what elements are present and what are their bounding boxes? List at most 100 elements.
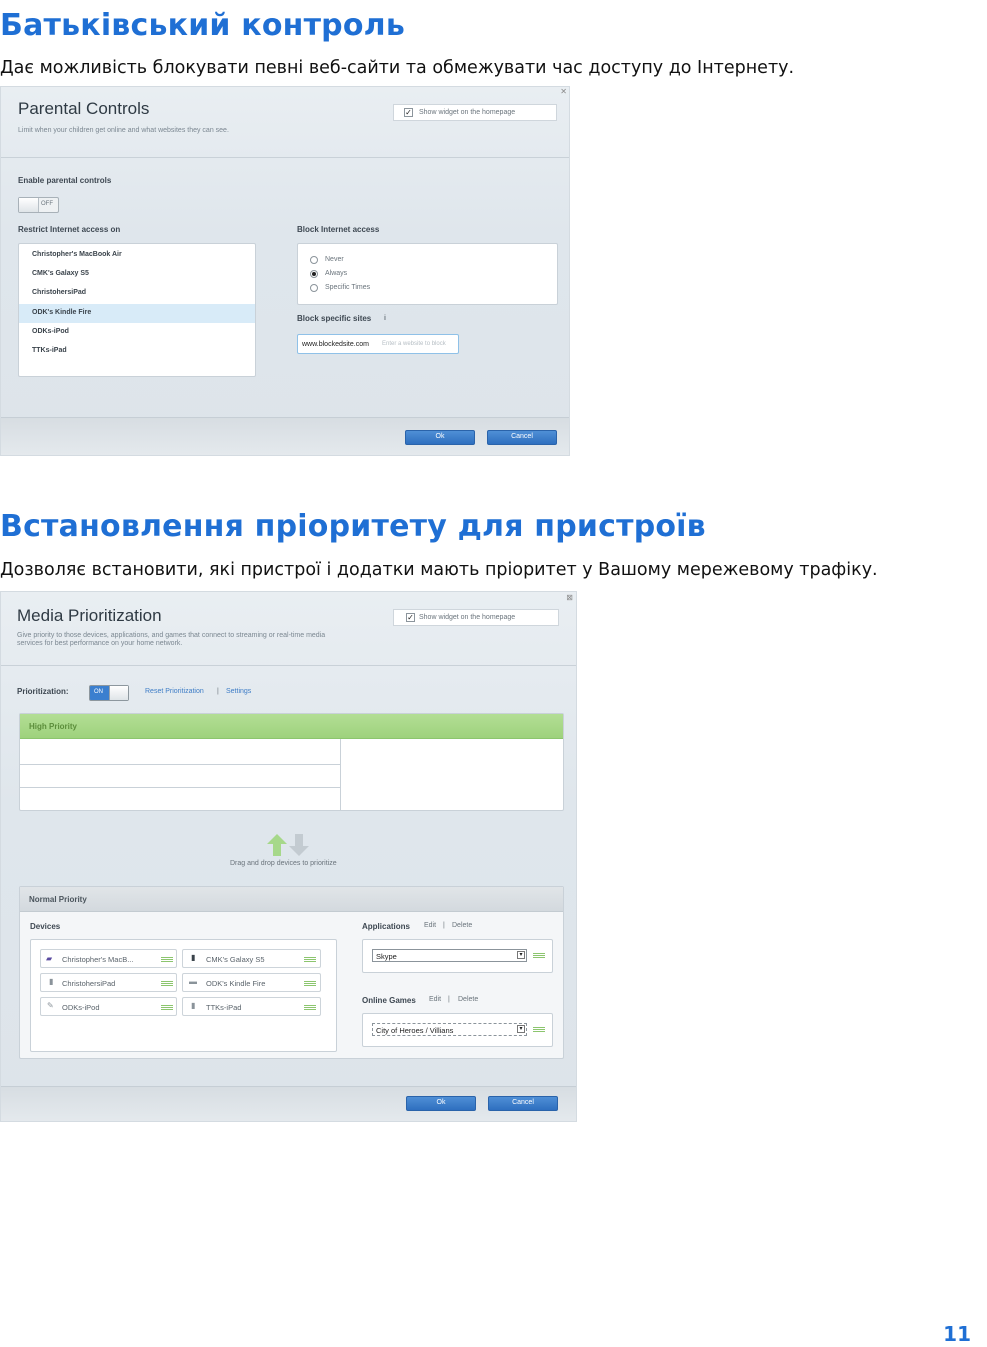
high-priority-panel: High Priority: [19, 713, 564, 811]
page-title: Parental Controls: [18, 99, 150, 118]
drag-handle-icon[interactable]: [533, 953, 545, 958]
parental-toggle[interactable]: OFF: [18, 197, 59, 213]
header-divider: [1, 157, 569, 158]
ereader-icon: ▬: [189, 977, 197, 986]
reset-prioritization-link[interactable]: Reset Prioritization: [145, 688, 204, 695]
device-item[interactable]: Christopher's MacBook Air: [19, 246, 255, 265]
dialog-footer: Ok Cancel: [1, 417, 569, 455]
block-site-placeholder: Enter a website to block: [382, 341, 446, 347]
device-card[interactable]: ▮ TTKs-iPad: [182, 997, 321, 1016]
show-widget-checkbox[interactable]: ✓: [404, 108, 413, 117]
show-widget-label: Show widget on the homepage: [419, 109, 516, 116]
close-icon[interactable]: ⊠: [566, 593, 573, 602]
prioritization-toggle[interactable]: ON: [89, 685, 129, 701]
applications-area: Skype ▾: [362, 939, 553, 973]
device-item-selected[interactable]: ODK's Kindle Fire: [19, 304, 255, 323]
applications-edit-link[interactable]: Edit: [424, 922, 436, 929]
tablet-icon: ▮: [49, 977, 54, 986]
high-priority-label: High Priority: [29, 722, 78, 731]
device-card[interactable]: ▮ CMK's Galaxy S5: [182, 949, 321, 968]
block-site-field[interactable]: www.blockedsite.com Enter a website to b…: [297, 334, 459, 354]
show-widget-checkbox[interactable]: ✓: [406, 613, 415, 622]
restrict-label: Restrict Internet access on: [18, 225, 121, 234]
drag-handle-icon[interactable]: [161, 981, 173, 986]
drag-handle-icon[interactable]: [304, 957, 316, 962]
devices-area: ▰ Christopher's MacB... ▮ CMK's Galaxy S…: [30, 939, 337, 1052]
radio-never[interactable]: [310, 256, 318, 264]
option-never-label: Never: [325, 256, 344, 263]
drag-handle-icon[interactable]: [304, 1005, 316, 1010]
show-widget-box[interactable]: ✓ Show widget on the homepage: [393, 104, 557, 121]
normal-priority-panel: Normal Priority Devices ▰ Christopher's …: [19, 886, 564, 1059]
device-item[interactable]: ChristohersiPad: [19, 284, 255, 303]
phone-icon: ▮: [191, 953, 196, 962]
row-line: [20, 764, 340, 765]
header-divider: [1, 665, 576, 666]
page-title: Media Prioritization: [17, 606, 162, 625]
toggle-state: ON: [94, 689, 103, 695]
drag-handle-icon[interactable]: [304, 981, 316, 986]
applications-delete-link[interactable]: Delete: [452, 922, 472, 929]
applications-label: Applications: [362, 922, 411, 931]
column-divider: [340, 739, 341, 810]
page-subtitle-line2: services for best performance on your ho…: [17, 640, 183, 647]
device-card[interactable]: ▰ Christopher's MacB...: [40, 949, 177, 968]
drag-handle-icon[interactable]: [533, 1027, 545, 1032]
media-prioritization-screenshot: ⊠ Media Prioritization Give priority to …: [0, 591, 577, 1122]
device-list: Christopher's MacBook Air CMK's Galaxy S…: [18, 243, 256, 377]
page-subtitle-line1: Give priority to those devices, applicat…: [17, 632, 326, 639]
high-priority-header: High Priority: [20, 714, 563, 739]
drag-hint: Drag and drop devices to prioritize: [230, 860, 337, 867]
game-select[interactable]: City of Heroes / Villians ▾: [372, 1023, 527, 1036]
application-select[interactable]: Skype ▾: [372, 949, 527, 962]
section-description-parental: Дає можливість блокувати певні веб-сайти…: [0, 58, 795, 78]
device-card[interactable]: ▮ ChristohersiPad: [40, 973, 177, 992]
device-item[interactable]: CMK's Galaxy S5: [19, 265, 255, 284]
link-separator: |: [448, 996, 450, 1003]
section-heading-parental: Батьківський контроль: [0, 8, 406, 43]
parental-controls-screenshot: ✕ Parental Controls Limit when your chil…: [0, 86, 570, 456]
info-icon[interactable]: i: [384, 315, 386, 322]
games-edit-link[interactable]: Edit: [429, 996, 441, 1003]
prioritization-label: Prioritization:: [17, 687, 69, 696]
block-sites-label: Block specific sites: [297, 314, 372, 323]
normal-priority-header: Normal Priority: [20, 887, 563, 912]
media-player-icon: ✎: [47, 1001, 54, 1010]
games-delete-link[interactable]: Delete: [458, 996, 478, 1003]
online-games-label: Online Games: [362, 996, 416, 1005]
cancel-button[interactable]: Cancel: [488, 1096, 558, 1111]
device-item[interactable]: TTKs-iPad: [19, 342, 255, 361]
page-number: 11: [943, 1322, 971, 1346]
section-description-prioritization: Дозволяє встановити, які пристрої і дода…: [0, 560, 878, 580]
device-card[interactable]: ✎ ODKs-iPod: [40, 997, 177, 1016]
device-card[interactable]: ▬ ODK's Kindle Fire: [182, 973, 321, 992]
ok-button[interactable]: Ok: [406, 1096, 476, 1111]
page-subtitle: Limit when your children get online and …: [18, 127, 229, 134]
radio-specific-times[interactable]: [310, 284, 318, 292]
show-widget-box[interactable]: ✓ Show widget on the homepage: [393, 609, 559, 626]
link-separator: |: [443, 922, 445, 929]
devices-label: Devices: [30, 922, 61, 931]
drag-handle-icon[interactable]: [161, 957, 173, 962]
chevron-down-icon: ▾: [517, 951, 525, 959]
drag-arrows-icon: [267, 834, 309, 856]
settings-link[interactable]: Settings: [226, 688, 251, 695]
chevron-down-icon: ▾: [517, 1025, 525, 1033]
ok-button[interactable]: Ok: [405, 430, 475, 445]
section-heading-prioritization: Встановлення пріоритету для пристроїв: [0, 509, 706, 544]
block-access-label: Block Internet access: [297, 225, 380, 234]
row-line: [20, 787, 340, 788]
normal-priority-label: Normal Priority: [29, 895, 87, 904]
block-site-value: www.blockedsite.com: [302, 341, 369, 348]
show-widget-label: Show widget on the homepage: [419, 614, 516, 621]
radio-always[interactable]: [310, 270, 318, 278]
close-icon[interactable]: ✕: [560, 87, 567, 96]
dialog-footer: Ok Cancel: [1, 1086, 576, 1121]
cancel-button[interactable]: Cancel: [487, 430, 557, 445]
tablet-icon: ▮: [191, 1001, 196, 1010]
block-access-options: Never Always Specific Times: [297, 243, 558, 305]
games-area: City of Heroes / Villians ▾: [362, 1013, 553, 1047]
enable-parental-label: Enable parental controls: [18, 176, 112, 185]
drag-handle-icon[interactable]: [161, 1005, 173, 1010]
device-item[interactable]: ODKs-iPod: [19, 323, 255, 342]
